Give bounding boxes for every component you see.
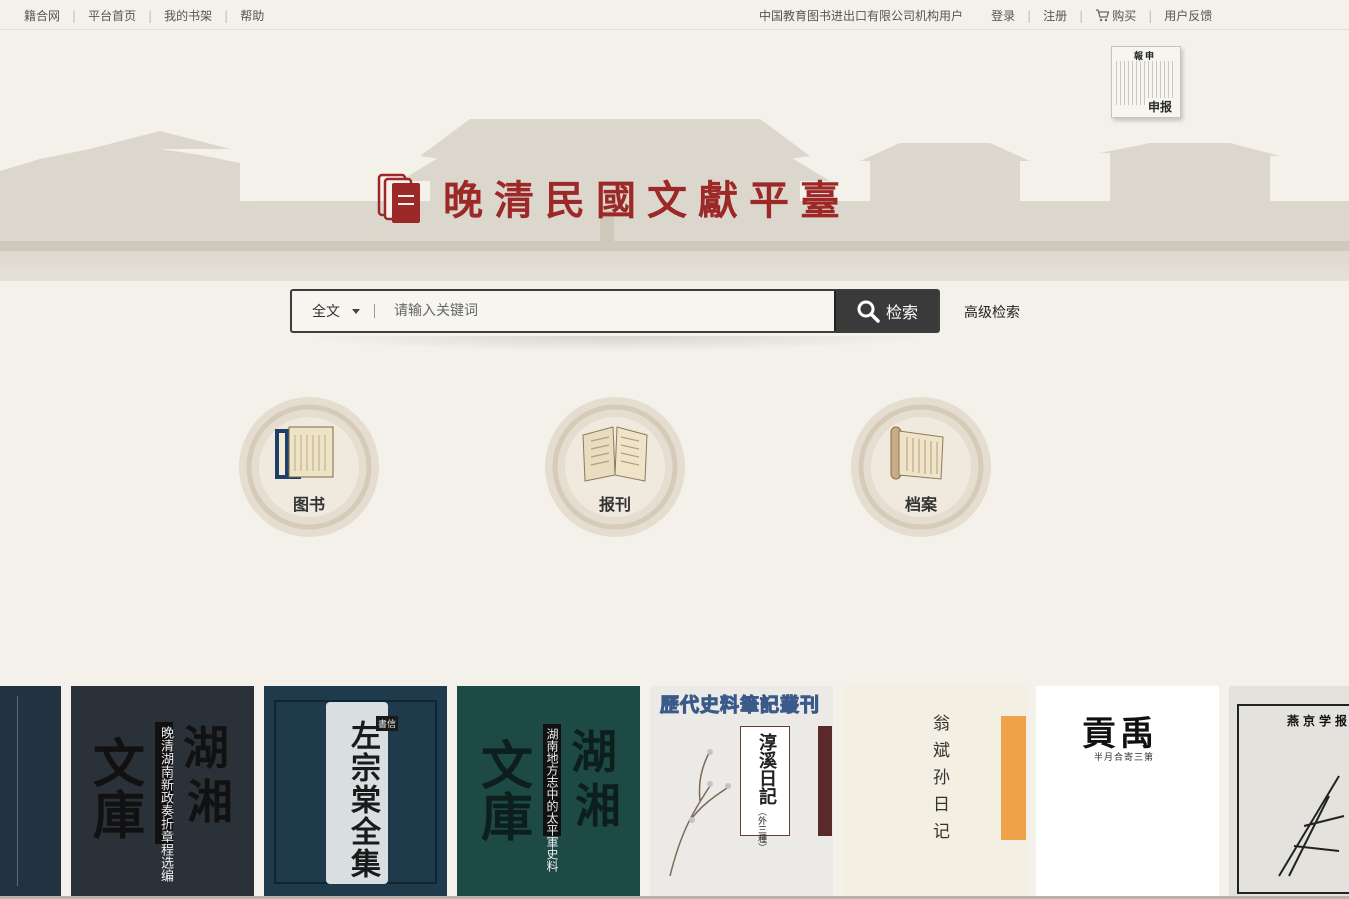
search-input[interactable]	[394, 291, 834, 331]
shenbao-newspaper-badge[interactable]: 報申 申报	[1111, 46, 1181, 118]
book-cover-partial[interactable]	[0, 686, 61, 896]
category-label: 报刊	[598, 495, 631, 514]
category-label: 图书	[292, 495, 325, 514]
book-scroll-icon	[275, 426, 334, 479]
cover-title-box: 淳溪日記 （外三種）	[740, 726, 790, 852]
search-shadow	[300, 336, 930, 352]
caret-down-icon	[352, 308, 360, 314]
advanced-search-link[interactable]: 高级检索	[964, 302, 1020, 322]
cover-title-band: 晚清湖南新政奏折章程选编	[155, 722, 173, 882]
search-bar: 全文 检索	[290, 289, 940, 333]
separator: |	[224, 8, 229, 23]
cart-icon	[1096, 9, 1110, 22]
cover-title: 貢禹	[1082, 714, 1158, 754]
category-archives[interactable]: 档案	[849, 395, 993, 539]
buy-label: 购买	[1112, 9, 1137, 23]
register-link[interactable]: 注册	[1043, 7, 1067, 24]
feedback-link[interactable]: 用户反馈	[1164, 7, 1212, 24]
cover-subtitle: 晚清湖南新政奏折章程选编	[158, 726, 173, 882]
bamboo-illustration	[1278, 775, 1345, 877]
cover-title: 淳溪日記	[756, 733, 777, 805]
book-stack-logo-icon	[377, 173, 420, 223]
top-bar-left-links: 籍合网 | 平台首页 | 我的书架 | 帮助	[24, 7, 264, 24]
book-cover-chunxi-riji[interactable]: 歷代史料筆記叢刊 淳溪日記 （外三種）	[650, 686, 833, 896]
book-cover-huxiang-taiping[interactable]: 文 庫 湖 湘 湖南地方志中的太平軍史料	[457, 686, 640, 896]
cover-orange-band	[1001, 716, 1026, 840]
site-title: 晚清民國文獻平臺	[443, 177, 851, 224]
separator: |	[148, 8, 153, 23]
book-cover-yanjing[interactable]: 燕京学报	[1229, 686, 1349, 896]
open-newspaper-icon	[582, 426, 648, 482]
plum-branch-illustration	[669, 749, 731, 877]
category-label: 档案	[904, 495, 937, 514]
shenbao-label: 申报	[1145, 98, 1174, 115]
separator: |	[1079, 8, 1084, 23]
link-platform-home[interactable]: 平台首页	[88, 7, 136, 24]
cover-frame	[17, 696, 57, 886]
book-cover-gongyu[interactable]: 貢禹 半月合寄三第	[1036, 686, 1219, 896]
separator: |	[1027, 8, 1032, 23]
cover-title-char: 湘	[575, 779, 621, 833]
link-jihe[interactable]: 籍合网	[24, 7, 60, 24]
cover-title: 左宗棠全集	[345, 720, 380, 880]
cover-title-char: 庫	[481, 788, 534, 849]
book-cover-weng-binsun[interactable]: 翁斌孙日记	[843, 686, 1026, 896]
separator: |	[1148, 8, 1153, 23]
cover-tag: 書信	[376, 716, 399, 731]
cover-title-char: 湘	[187, 775, 233, 829]
top-bar: 籍合网 | 平台首页 | 我的书架 | 帮助 中国教育图书进出口有限公司机构用户…	[0, 0, 1349, 30]
top-bar-right-links: 中国教育图书进出口有限公司机构用户 | 登录 | 注册 | 购买 | 用户反馈	[759, 7, 1212, 24]
search-scope-value: 全文	[312, 304, 340, 320]
search-scope-dropdown[interactable]: 全文	[292, 291, 374, 331]
cover-spine-band	[818, 726, 832, 836]
category-books[interactable]: 图书	[237, 395, 381, 539]
search-button[interactable]: 检索	[834, 291, 938, 331]
cover-title: 燕京学报	[1287, 714, 1349, 728]
link-my-bookshelf[interactable]: 我的书架	[164, 7, 212, 24]
login-link[interactable]: 登录	[991, 7, 1015, 24]
institution-user-link[interactable]: 中国教育图书进出口有限公司机构用户	[759, 7, 963, 24]
book-cover-huxiang-xinzheng[interactable]: 文 庫 湖 湘 晚清湖南新政奏折章程选编	[71, 686, 254, 896]
search-divider	[374, 304, 375, 318]
cover-series: 歷代史料筆記叢刊	[659, 694, 821, 717]
cover-subtitle: 半月合寄三第	[1094, 753, 1155, 763]
separator: |	[72, 8, 77, 23]
cover-title: 翁斌孙日记	[929, 714, 949, 849]
buy-link[interactable]: 购买	[1095, 7, 1136, 24]
search-button-label: 检索	[885, 303, 918, 322]
archive-scroll-icon	[890, 426, 944, 480]
book-cover-zuozongtang[interactable]: 左宗棠全集 書信	[264, 686, 447, 896]
link-help[interactable]: 帮助	[240, 7, 264, 24]
featured-books-carousel: 文 庫 湖 湘 晚清湖南新政奏折章程选编 左宗棠全集 書信 文 庫 湖 湘 湖南…	[0, 686, 1349, 899]
cover-subtitle: （外三種）	[756, 807, 766, 852]
cover-title-char: 庫	[93, 786, 146, 847]
site-logo[interactable]: 晚清民國文獻平臺	[377, 168, 851, 226]
category-newspapers[interactable]: 报刊	[543, 395, 687, 539]
cover-subtitle: 湖南地方志中的太平軍史料	[545, 728, 559, 872]
search-icon	[857, 300, 880, 323]
cover-title-band: 湖南地方志中的太平軍史料	[543, 724, 561, 872]
